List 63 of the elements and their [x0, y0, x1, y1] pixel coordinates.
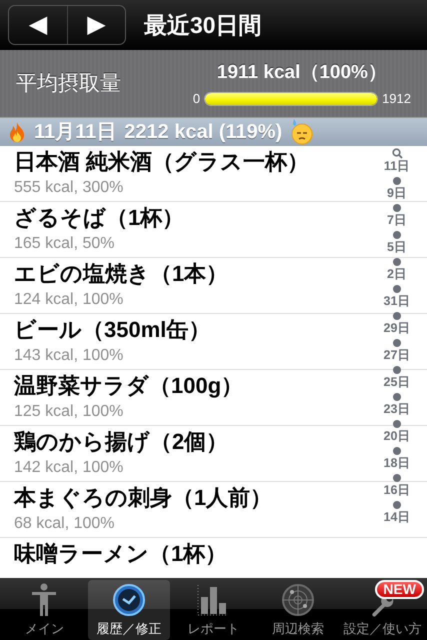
index-dot	[393, 204, 401, 212]
index-label[interactable]: 7日	[387, 213, 407, 228]
food-detail: 142 kcal, 100%	[14, 458, 124, 478]
index-dot	[393, 339, 401, 347]
search-icon[interactable]	[392, 148, 402, 159]
food-name: ざるそば（1杯）	[14, 204, 184, 232]
index-dot	[393, 447, 401, 455]
index-label[interactable]: 20日	[384, 429, 410, 444]
index-dot	[393, 474, 401, 482]
person-icon	[30, 583, 58, 617]
food-name: 本まぐろの刺身（1人前）	[14, 484, 272, 512]
food-name: 味噌ラーメン（1杯）	[14, 540, 228, 568]
tab-item[interactable]: NEW 設定／使い方	[341, 580, 424, 640]
food-detail: 124 kcal, 100%	[14, 290, 124, 310]
nav-title: 最近30日間	[144, 10, 262, 40]
forward-button[interactable]: ▶	[67, 6, 125, 44]
index-label[interactable]: 18日	[384, 456, 410, 471]
index-label[interactable]: 9日	[387, 186, 407, 201]
clock-icon	[112, 583, 146, 617]
index-label[interactable]: 14日	[384, 510, 410, 525]
index-label[interactable]: 11日	[384, 159, 410, 174]
index-dot	[393, 258, 401, 266]
index-dot	[393, 393, 401, 401]
index-label[interactable]: 23日	[384, 402, 410, 417]
index-label[interactable]: 2日	[387, 267, 407, 282]
index-dot	[393, 501, 401, 509]
index-dot	[393, 285, 401, 293]
tab-item[interactable]: 周辺検索	[256, 580, 340, 640]
food-name: 日本酒 純米酒（グラス一杯）	[14, 148, 310, 176]
index-dot	[393, 312, 401, 320]
tab-item[interactable]: メイン	[3, 580, 86, 640]
index-dot	[393, 420, 401, 428]
index-label[interactable]: 5日	[387, 240, 407, 255]
index-label[interactable]: 25日	[384, 375, 410, 390]
food-detail: 125 kcal, 100%	[14, 402, 124, 422]
food-name: エビの塩焼き（1本）	[14, 260, 228, 288]
tab-item[interactable]: レポート	[172, 580, 255, 640]
sweat-face-icon	[290, 119, 314, 145]
tab-item[interactable]: 履歴／修正	[88, 580, 170, 640]
index-label[interactable]: 16日	[384, 483, 410, 498]
food-detail: 143 kcal, 100%	[14, 346, 124, 366]
index-label[interactable]: 27日	[384, 348, 410, 363]
section-total: 2212 kcal (119%)	[124, 120, 282, 145]
radar-icon	[281, 583, 316, 617]
food-detail: 555 kcal, 300%	[14, 178, 124, 198]
index-dot	[393, 177, 401, 185]
food-name: 温野菜サラダ（100g）	[14, 372, 244, 400]
fire-icon	[8, 121, 26, 143]
food-name: ビール（350ml缶）	[14, 316, 210, 344]
new-badge: NEW	[375, 580, 424, 599]
bar-max-label: 1912	[382, 90, 411, 108]
back-button[interactable]: ◀	[9, 6, 67, 44]
summary-label: 平均摂取量	[16, 70, 121, 97]
index-label[interactable]: 29日	[384, 321, 410, 336]
index-dot	[393, 231, 401, 239]
index-dot	[393, 366, 401, 374]
food-name: 鶏のから揚げ（2個）	[14, 428, 228, 456]
section-date: 11月11日	[34, 120, 116, 145]
bar-min-label: 0	[192, 90, 200, 108]
summary-value: 1911 kcal（100%）	[216, 60, 387, 84]
index-label[interactable]: 31日	[384, 294, 410, 309]
food-detail: 165 kcal, 50%	[14, 234, 115, 254]
food-detail: 68 kcal, 100%	[14, 514, 115, 534]
